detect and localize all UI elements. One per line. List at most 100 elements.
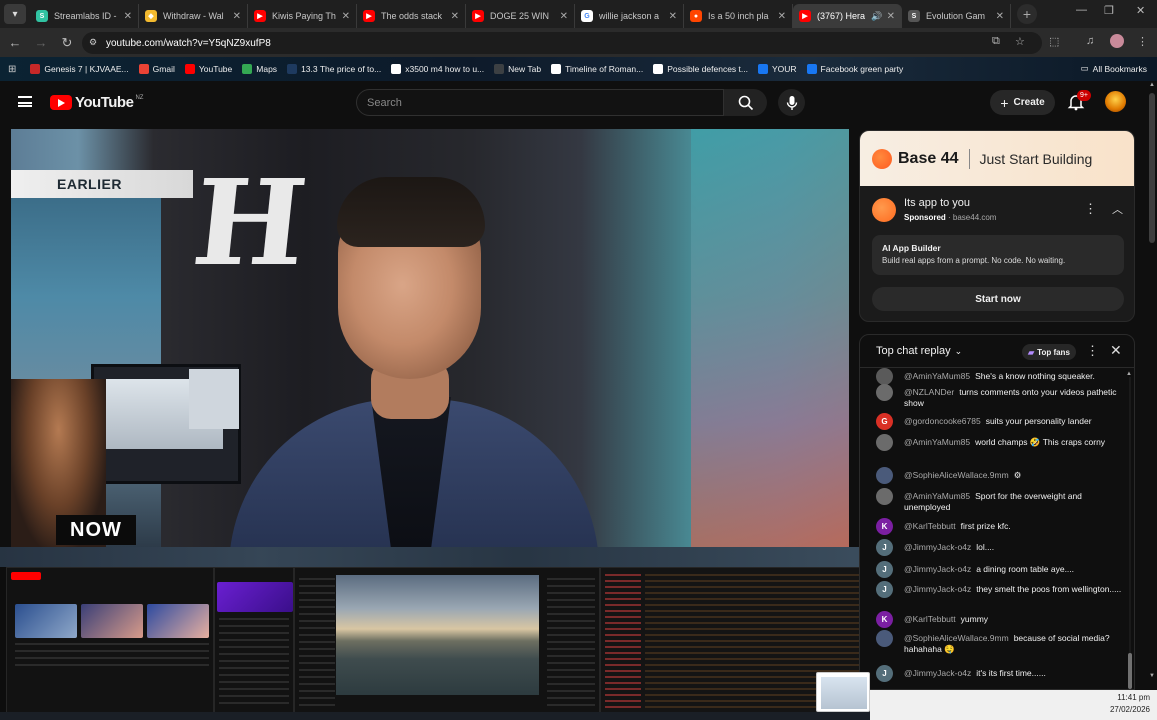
close-tab-icon[interactable]: ✕ xyxy=(451,11,459,22)
chat-avatar[interactable]: G xyxy=(876,413,893,430)
youtube-logo[interactable]: YouTube NZ xyxy=(50,94,143,111)
close-tab-icon[interactable]: ✕ xyxy=(669,11,677,22)
chat-username[interactable]: @KarlTebbutt xyxy=(904,521,956,531)
chat-avatar[interactable]: J xyxy=(876,665,893,682)
chat-avatar[interactable] xyxy=(876,488,893,505)
ad-banner[interactable]: Base 44 Just Start Building xyxy=(860,131,1134,186)
sponsored-ad-card[interactable]: Base 44 Just Start Building Its app to y… xyxy=(859,130,1135,322)
maximize-icon[interactable]: ❐ xyxy=(1104,4,1114,17)
new-tab-button[interactable]: + xyxy=(1017,4,1037,24)
preview-kick-window[interactable] xyxy=(214,567,294,717)
chat-avatar[interactable]: K xyxy=(876,518,893,535)
bookmark-item[interactable]: x3500 m4 how to u... xyxy=(391,64,484,74)
close-tab-icon[interactable]: ✕ xyxy=(124,11,132,22)
chat-username[interactable]: @AminYaMum85 xyxy=(904,437,970,447)
chat-username[interactable]: @SophieAliceWallace.9mm xyxy=(904,470,1009,480)
chat-avatar[interactable] xyxy=(876,368,893,385)
browser-tab[interactable]: Gwillie jackson a ✕ xyxy=(575,4,684,28)
close-tab-icon[interactable]: ✕ xyxy=(778,11,786,22)
top-fans-button[interactable]: ▰ Top fans xyxy=(1022,344,1076,360)
browser-tab[interactable]: ▶ (3767) Hera 🔊 ✕ xyxy=(793,4,902,28)
apps-grid-icon[interactable]: ⊞ xyxy=(8,64,16,75)
media-controls-icon[interactable]: ♫ xyxy=(1086,35,1094,47)
search-input[interactable]: Search xyxy=(356,89,724,116)
bookmark-item[interactable]: Gmail xyxy=(138,64,175,74)
search-button[interactable] xyxy=(724,89,767,116)
audio-icon[interactable]: 🔊 xyxy=(871,11,882,22)
ad-start-now-button[interactable]: Start now xyxy=(872,287,1124,311)
chat-username[interactable]: @JimmyJack-o4z xyxy=(904,542,971,552)
browser-tab[interactable]: S Evolution Gam ✕ xyxy=(902,4,1011,28)
chat-scrollbar[interactable]: ▲ xyxy=(1126,371,1134,689)
chat-close-icon[interactable]: ✕ xyxy=(1110,342,1122,359)
chat-username[interactable]: @JimmyJack-o4z xyxy=(904,564,971,574)
page-scroll-down-icon[interactable]: ▼ xyxy=(1149,673,1155,679)
chat-avatar[interactable]: K xyxy=(876,611,893,628)
chat-avatar[interactable] xyxy=(876,434,893,451)
taskbar-window-previews[interactable] xyxy=(0,547,870,720)
chat-username[interactable]: @AminYaMum85 xyxy=(904,371,970,381)
bookmark-item[interactable]: Facebook green party xyxy=(806,64,903,74)
close-window-icon[interactable]: ✕ xyxy=(1136,4,1145,17)
browser-tab[interactable]: ◆ Withdraw - Wal ✕ xyxy=(139,4,248,28)
browser-tab[interactable]: ▶ DOGE 25 WIN ✕ xyxy=(466,4,575,28)
page-scroll-up-icon[interactable]: ▲ xyxy=(1149,82,1155,88)
bookmark-item[interactable]: YOUR xyxy=(757,64,797,74)
all-bookmarks-folder[interactable]: ▭ All Bookmarks xyxy=(1081,63,1147,74)
browser-tab[interactable]: S Streamlabs ID - ✕ xyxy=(30,4,139,28)
ad-collapse-icon[interactable]: ︿ xyxy=(1112,201,1123,217)
system-clock[interactable]: 11:41 pm 27/02/2026 xyxy=(1090,692,1150,716)
extensions-icon[interactable]: ⬚ xyxy=(1049,35,1059,48)
bookmark-item[interactable]: New Tab xyxy=(494,64,541,74)
bookmark-item[interactable]: 13.3 The price of to... xyxy=(287,64,381,74)
create-button[interactable]: + Create xyxy=(990,90,1055,115)
bookmark-item[interactable]: Possible defences t... xyxy=(653,64,748,74)
close-tab-icon[interactable]: ✕ xyxy=(887,11,895,22)
site-info-icon[interactable]: ⚙ xyxy=(89,37,101,49)
close-tab-icon[interactable]: ✕ xyxy=(342,11,350,22)
back-icon[interactable]: ← xyxy=(4,35,26,50)
chat-avatar[interactable] xyxy=(876,384,893,401)
bookmark-star-icon[interactable]: ☆ xyxy=(1015,35,1025,48)
chat-username[interactable]: @NZLANDer xyxy=(904,387,954,397)
chat-avatar[interactable]: J xyxy=(876,539,893,556)
close-tab-icon[interactable]: ✕ xyxy=(233,11,241,22)
account-avatar[interactable] xyxy=(1105,91,1126,112)
chat-username[interactable]: @JimmyJack-o4z xyxy=(904,668,971,678)
tray-preview-popup[interactable] xyxy=(816,672,870,712)
bookmark-item[interactable]: YouTube xyxy=(184,64,232,74)
chat-avatar[interactable] xyxy=(876,630,893,647)
scrollbar-thumb[interactable] xyxy=(1128,653,1132,689)
bookmark-item[interactable]: Maps xyxy=(242,64,277,74)
install-app-icon[interactable]: ⧉ xyxy=(992,35,1000,48)
chat-mode-dropdown[interactable]: Top chat replay ⌄ xyxy=(876,345,962,357)
video-player[interactable]: H EARLIER NOW xyxy=(11,129,849,549)
close-tab-icon[interactable]: ✕ xyxy=(996,11,1004,22)
tab-search-button[interactable]: ▾ xyxy=(4,4,26,24)
browser-tab[interactable]: ▶ Kiwis Paying Th ✕ xyxy=(248,4,357,28)
browser-tab[interactable]: ▶ The odds stack ✕ xyxy=(357,4,466,28)
profile-avatar-icon[interactable] xyxy=(1110,34,1124,48)
chat-avatar[interactable]: J xyxy=(876,581,893,598)
page-scrollbar[interactable]: ▲ ▼ xyxy=(1147,81,1157,681)
bookmark-item[interactable]: Genesis 7 | KJVAAE... xyxy=(30,64,129,74)
chat-username[interactable]: @SophieAliceWallace.9mm xyxy=(904,633,1009,643)
address-bar[interactable]: ⚙ youtube.com/watch?v=Y5qNZ9xufP8 xyxy=(82,32,1042,54)
minimize-icon[interactable]: — xyxy=(1076,4,1087,16)
chat-more-options-icon[interactable]: ⋮ xyxy=(1086,343,1099,359)
voice-search-button[interactable] xyxy=(778,89,805,116)
chat-username[interactable]: @KarlTebbutt xyxy=(904,614,956,624)
reload-icon[interactable]: ↻ xyxy=(56,35,78,51)
ad-more-options-icon[interactable]: ⋮ xyxy=(1084,201,1097,217)
chrome-menu-icon[interactable]: ⋮ xyxy=(1137,35,1148,48)
menu-icon[interactable] xyxy=(18,96,32,107)
chat-messages-list[interactable]: @AminYaMum85 She's a know nothing squeake… xyxy=(860,368,1126,689)
chat-username[interactable]: @gordoncooke6785 xyxy=(904,416,981,426)
page-scrollbar-thumb[interactable] xyxy=(1149,93,1155,243)
browser-tab[interactable]: ● Is a 50 inch pla ✕ xyxy=(684,4,793,28)
chat-username[interactable]: @AminYaMum85 xyxy=(904,491,970,501)
chat-username[interactable]: @JimmyJack-o4z xyxy=(904,584,971,594)
chat-avatar[interactable] xyxy=(876,467,893,484)
bookmark-item[interactable]: Timeline of Roman... xyxy=(551,64,643,74)
forward-icon[interactable]: → xyxy=(30,35,52,50)
